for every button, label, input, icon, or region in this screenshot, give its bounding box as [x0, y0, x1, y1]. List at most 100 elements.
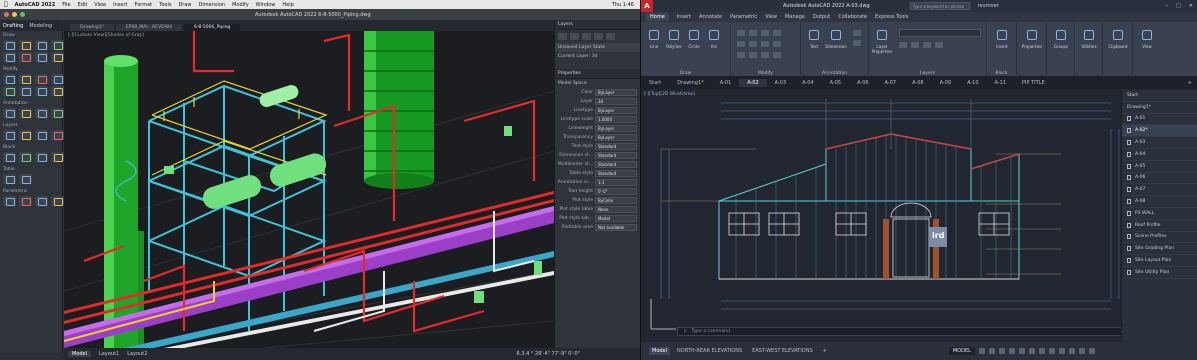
- property-row[interactable]: Layer 3d: [555, 97, 640, 106]
- sheet-list-item[interactable]: A-01: [1122, 114, 1197, 126]
- arc-tool-icon[interactable]: [51, 40, 64, 50]
- tab-modeling[interactable]: Modeling: [29, 23, 52, 29]
- copy-icon[interactable]: [737, 41, 745, 47]
- property-value[interactable]: Standard: [595, 161, 637, 168]
- view-tool[interactable]: View: [1140, 28, 1154, 49]
- section-parametric[interactable]: Parametric: [0, 187, 62, 195]
- customize-menu-icon[interactable]: [1088, 348, 1095, 354]
- command-line[interactable]: ▷ Type a command: [677, 327, 1122, 336]
- layer-off-icon[interactable]: [899, 42, 907, 48]
- erase-icon[interactable]: [773, 30, 781, 36]
- file-tab[interactable]: PIP TITLE: [1014, 79, 1053, 87]
- sheet-list-item[interactable]: Start: [1122, 90, 1197, 102]
- menu-format[interactable]: Format: [135, 2, 153, 8]
- property-row[interactable]: Lineweight ByLayer: [555, 124, 640, 133]
- property-value[interactable]: Standard: [595, 152, 637, 159]
- doc-tab-piping[interactable]: 6-8-5000_Piping: [183, 24, 241, 31]
- property-value[interactable]: Not available: [595, 224, 637, 231]
- properties-tool[interactable]: Properties: [1022, 28, 1042, 49]
- properties-header[interactable]: Properties: [555, 69, 640, 79]
- property-row[interactable]: Text style Standard: [555, 142, 640, 151]
- spline-tool-icon[interactable]: [51, 52, 64, 62]
- menu-help[interactable]: Help: [282, 2, 293, 8]
- fullscreen-icon[interactable]: [1078, 348, 1085, 354]
- section-draw[interactable]: Draw: [0, 31, 62, 39]
- property-row[interactable]: Plot style table None: [555, 205, 640, 214]
- layout-tab-2[interactable]: Layout2: [127, 351, 147, 357]
- property-row[interactable]: Transparency ByLayer: [555, 133, 640, 142]
- scale-tool-icon[interactable]: [19, 86, 32, 96]
- edit-block-icon[interactable]: [35, 152, 48, 162]
- ribbon-tab-view[interactable]: View: [765, 14, 777, 20]
- maximize-icon[interactable]: □: [1176, 3, 1181, 9]
- sheet-list-item[interactable]: A-06: [1122, 173, 1197, 185]
- file-tab[interactable]: Start: [641, 79, 669, 87]
- isolate-icon[interactable]: [1068, 348, 1075, 354]
- property-row[interactable]: Linetype scale 1.0000: [555, 115, 640, 124]
- layer-iso-icon[interactable]: [911, 42, 919, 48]
- property-row[interactable]: Linetype ByLayer: [555, 106, 640, 115]
- menu-edit[interactable]: Edit: [78, 2, 88, 8]
- property-value[interactable]: None: [595, 206, 637, 213]
- viewport-controls[interactable]: [-][Top][2D Wireframe]: [644, 92, 695, 97]
- file-tab[interactable]: A-01: [712, 79, 739, 87]
- property-row[interactable]: Plot style tab... Model: [555, 214, 640, 223]
- stretch-icon[interactable]: [737, 52, 745, 58]
- file-tab[interactable]: A-02: [739, 79, 767, 87]
- menu-draw[interactable]: Draw: [178, 2, 191, 8]
- file-tab[interactable]: A-06: [849, 79, 876, 87]
- property-value[interactable]: 1:1: [595, 179, 637, 186]
- field-icon[interactable]: [19, 174, 32, 184]
- workspace-icon[interactable]: [1058, 348, 1065, 354]
- drawing-viewport-3d[interactable]: [-][Custom View][Shades of Gray]: [64, 31, 554, 348]
- section-annotation[interactable]: Annotation: [0, 99, 62, 107]
- ribbon-tab-output[interactable]: Output: [813, 14, 830, 20]
- file-tab[interactable]: A-11: [987, 79, 1014, 87]
- trim-icon[interactable]: [761, 30, 769, 36]
- text-tool[interactable]: Text: [807, 28, 821, 49]
- property-value[interactable]: ByLayer: [595, 125, 637, 132]
- layer-dropdown[interactable]: [899, 29, 981, 37]
- layer-freeze-icon[interactable]: [923, 42, 931, 48]
- layer-lock-icon[interactable]: [935, 42, 943, 48]
- section-block[interactable]: Block: [0, 143, 62, 151]
- snap-toggle-icon[interactable]: [988, 348, 995, 354]
- section-modify[interactable]: Modify: [0, 65, 62, 73]
- close-icon[interactable]: ✕: [1189, 3, 1193, 9]
- show-constraints-icon[interactable]: [51, 196, 64, 206]
- ellipse-tool-icon[interactable]: [35, 52, 48, 62]
- ribbon-tab-insert[interactable]: Insert: [677, 14, 691, 20]
- sheet-list-item[interactable]: A-04: [1122, 149, 1197, 161]
- utilities-tool[interactable]: Utilities: [1081, 28, 1097, 49]
- layout-tab-model[interactable]: Model: [68, 351, 92, 357]
- auto-constrain-icon[interactable]: [35, 196, 48, 206]
- ribbon-tab-home[interactable]: Home: [646, 13, 669, 21]
- sheet-list-item[interactable]: Scene Profiles: [1122, 232, 1197, 244]
- sheet-list-item[interactable]: A-05: [1122, 161, 1197, 173]
- layer-state-icon[interactable]: [606, 33, 615, 40]
- rotate-icon[interactable]: [749, 30, 757, 36]
- create-block-icon[interactable]: [19, 152, 32, 162]
- menu-app[interactable]: AutoCAD 2022: [15, 2, 56, 8]
- property-value[interactable]: ByLayer: [595, 107, 637, 114]
- property-row[interactable]: Color ByLayer: [555, 88, 640, 97]
- sheet-list-item[interactable]: A-07: [1122, 184, 1197, 197]
- file-tab[interactable]: A-10: [959, 79, 986, 87]
- insert-tool[interactable]: Insert: [995, 28, 1009, 49]
- rectangle-tool-icon[interactable]: [3, 52, 16, 62]
- command-input[interactable]: Type a command: [691, 329, 729, 334]
- clipboard-tool[interactable]: Clipboard: [1108, 28, 1128, 49]
- property-value[interactable]: ByLayer: [595, 134, 637, 141]
- property-value[interactable]: ByColor: [595, 197, 637, 204]
- mirror-icon[interactable]: [749, 41, 757, 47]
- layer-props-icon[interactable]: [3, 130, 16, 140]
- file-tab[interactable]: A-09: [932, 79, 959, 87]
- polyline-tool-icon[interactable]: [19, 40, 32, 50]
- layers-header[interactable]: Layers: [555, 20, 640, 30]
- insert-block-icon[interactable]: [3, 152, 16, 162]
- scale-icon[interactable]: [749, 52, 757, 58]
- dim-constraint-icon[interactable]: [19, 196, 32, 206]
- table-icon[interactable]: [853, 40, 861, 46]
- table-icon[interactable]: [3, 174, 16, 184]
- zoom-button[interactable]: [20, 12, 25, 17]
